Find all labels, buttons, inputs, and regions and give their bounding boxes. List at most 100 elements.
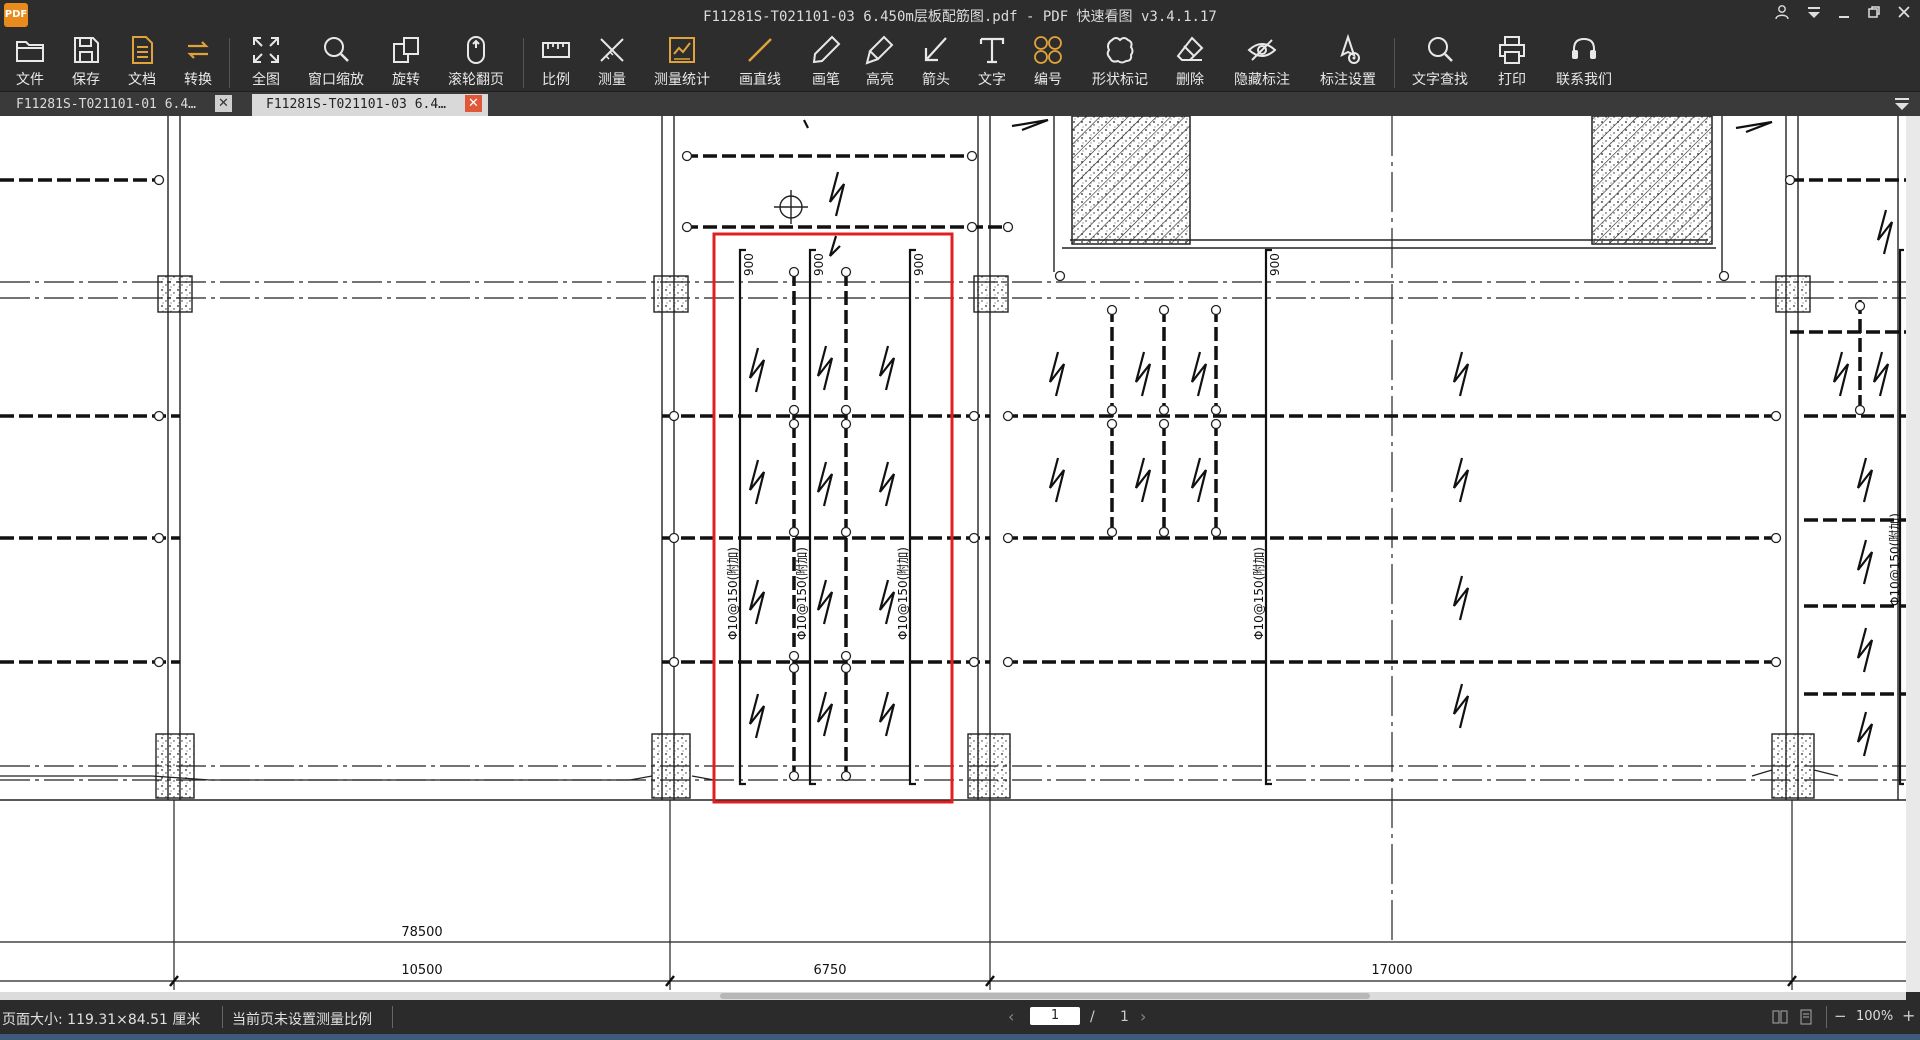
- rotate-button[interactable]: 旋转: [384, 32, 428, 90]
- search-icon: [1428, 37, 1453, 62]
- convert-button[interactable]: 转换: [176, 32, 220, 90]
- rebar-spec-label: Φ10@150(附加): [896, 547, 910, 640]
- contact-us-button[interactable]: 联系我们: [1548, 32, 1620, 90]
- dimension-total: 78500: [401, 925, 442, 940]
- zoom-in-icon[interactable]: +: [1902, 1006, 1915, 1025]
- highlight-button[interactable]: 高亮: [858, 32, 902, 90]
- print-icon: [1499, 36, 1525, 64]
- user-icon[interactable]: [1768, 3, 1796, 27]
- dimension-span-b: 6750: [813, 963, 846, 978]
- cloud-shape-icon: [1106, 37, 1134, 64]
- headset-icon: [1572, 37, 1596, 59]
- toolbar-divider: [229, 38, 230, 88]
- zoom-out-icon[interactable]: −: [1834, 1007, 1847, 1025]
- title-bar: PDF F11281S-T021101-03 6.450m层板配筋图.pdf -…: [0, 0, 1920, 30]
- fit-all-icon: [253, 37, 279, 63]
- restore-icon[interactable]: [1860, 3, 1888, 27]
- previous-page-icon[interactable]: ‹: [1008, 1007, 1014, 1026]
- highlighter-icon: [865, 35, 894, 65]
- annotation-settings-icon: [1340, 34, 1360, 64]
- rebar-spec-label: Φ10@150(附加): [726, 547, 740, 640]
- dimension-span-a: 10500: [401, 963, 442, 978]
- text-button[interactable]: 文字: [970, 32, 1014, 90]
- zoom-window-button[interactable]: 窗口缩放: [300, 32, 372, 90]
- toolbar-divider: [1394, 38, 1395, 88]
- tab-document-03[interactable]: F11281S-T021101-03 6.4…: [252, 94, 488, 116]
- tab-document-01[interactable]: F11281S-T021101-01 6.4…: [2, 94, 234, 116]
- zoom-window-icon: [324, 37, 349, 62]
- page-separator: /: [1090, 1009, 1095, 1025]
- vertical-scrollbar[interactable]: [1906, 116, 1920, 992]
- bar-length-label: 900: [812, 253, 826, 276]
- print-button[interactable]: 打印: [1490, 32, 1534, 90]
- numbering-icon: [1034, 36, 1062, 64]
- convert-icon: [187, 41, 209, 59]
- rotate-icon: [393, 37, 419, 63]
- bar-length-label: 900: [912, 253, 926, 276]
- single-page-view-icon[interactable]: [1798, 1009, 1814, 1025]
- arrow-button[interactable]: 箭头: [914, 32, 958, 90]
- status-divider: [392, 1006, 393, 1028]
- eraser-icon: [1176, 36, 1204, 61]
- toolbar-divider: [523, 38, 524, 88]
- pdf-drawing-canvas[interactable]: 900 900 900 900 Φ10@150(附加) Φ10@150(附加) …: [0, 116, 1906, 992]
- text-icon: [979, 37, 1005, 64]
- measure-icon: [600, 38, 624, 62]
- wheel-page-button[interactable]: 滚轮翻页: [440, 32, 512, 90]
- zoom-level: 100%: [1856, 1009, 1894, 1024]
- horizontal-scrollbar-thumb[interactable]: [720, 993, 1370, 999]
- arrow-icon: [924, 37, 947, 62]
- horizontal-scrollbar[interactable]: [0, 992, 1906, 1000]
- measure-stats-button[interactable]: 测量统计: [646, 32, 718, 90]
- two-page-view-icon[interactable]: [1772, 1009, 1788, 1025]
- app-window: PDF F11281S-T021101-03 6.450m层板配筋图.pdf -…: [0, 0, 1920, 1040]
- file-button[interactable]: 文件: [8, 32, 52, 90]
- page-number-input[interactable]: 1: [1030, 1007, 1080, 1025]
- pen-button[interactable]: 画笔: [804, 32, 848, 90]
- close-icon[interactable]: [1890, 3, 1918, 27]
- hide-annotation-button[interactable]: 隐藏标注: [1226, 32, 1298, 90]
- tab-list-dropdown-icon[interactable]: [1892, 96, 1912, 112]
- status-divider: [222, 1006, 223, 1028]
- rebar-spec-label: Φ10@150(附加): [795, 547, 809, 640]
- tab-close-icon[interactable]: ✕: [215, 95, 232, 112]
- status-divider: [1826, 1006, 1827, 1028]
- line-icon: [748, 38, 772, 62]
- document-icon: [132, 36, 153, 64]
- folder-icon: [16, 41, 44, 62]
- save-button[interactable]: 保存: [64, 32, 108, 90]
- fit-all-button[interactable]: 全图: [244, 32, 288, 90]
- rebar-spec-label: Φ10@150(附加): [1252, 547, 1266, 640]
- numbering-button[interactable]: 编号: [1026, 32, 1070, 90]
- os-taskbar-strip: [0, 1034, 1920, 1040]
- next-page-icon[interactable]: ›: [1140, 1007, 1146, 1026]
- scale-ruler-icon: [542, 42, 570, 58]
- annotation-settings-button[interactable]: 标注设置: [1312, 32, 1384, 90]
- document-button[interactable]: 文档: [120, 32, 164, 90]
- shape-mark-button[interactable]: 形状标记: [1088, 32, 1152, 90]
- delete-button[interactable]: 删除: [1168, 32, 1212, 90]
- mouse-wheel-icon: [467, 36, 485, 64]
- pen-icon: [812, 35, 841, 64]
- dimension-span-c: 17000: [1371, 963, 1412, 978]
- window-title: F11281S-T021101-03 6.450m层板配筋图.pdf - PDF…: [703, 9, 1217, 25]
- toolbar: 文件 保存 文档 转换 全图 窗口缩放 旋转 滚轮翻页 比例 测量 测量统计 画…: [0, 30, 1920, 92]
- draw-line-button[interactable]: 画直线: [732, 32, 788, 90]
- tab-close-icon[interactable]: ✕: [465, 95, 482, 112]
- red-highlight-rectangle[interactable]: [712, 232, 954, 804]
- page-total: 1: [1120, 1009, 1129, 1025]
- page-size-text: 页面大小: 119.31×84.51 厘米: [2, 1012, 201, 1028]
- minimize-icon[interactable]: [1830, 3, 1858, 27]
- bar-length-label: 900: [742, 253, 756, 276]
- hide-eye-icon: [1247, 39, 1277, 61]
- text-search-button[interactable]: 文字查找: [1404, 32, 1476, 90]
- bar-length-label: 900: [1268, 253, 1282, 276]
- measure-stats-icon: [669, 37, 695, 63]
- scale-status-text: 当前页未设置测量比例: [232, 1012, 372, 1028]
- menu-dropdown-icon[interactable]: [1800, 3, 1828, 27]
- rebar-spec-label: Φ10@150(附加): [1888, 513, 1902, 606]
- measure-button[interactable]: 测量: [590, 32, 634, 90]
- document-tab-bar: F11281S-T021101-01 6.4… ✕ F11281S-T02110…: [0, 92, 1920, 116]
- structural-rebar-drawing: 900 900 900 900 Φ10@150(附加) Φ10@150(附加) …: [0, 116, 1906, 990]
- scale-button[interactable]: 比例: [534, 32, 578, 90]
